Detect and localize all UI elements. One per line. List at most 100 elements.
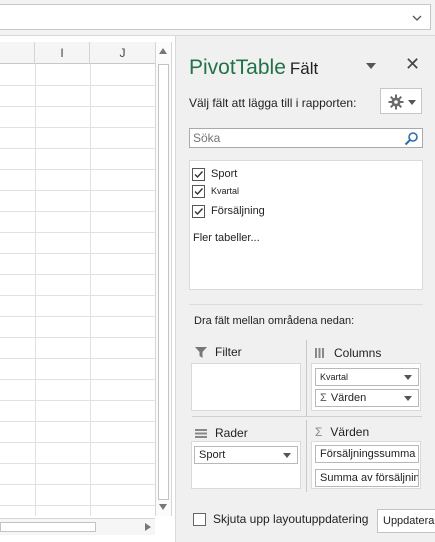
column-header-i[interactable]: I <box>35 42 90 64</box>
scroll-right-icon[interactable] <box>145 523 151 531</box>
sigma-icon: Σ <box>315 425 323 439</box>
grid-row-line <box>0 295 155 296</box>
field-item-kvartal[interactable]: Kvartal <box>192 182 239 200</box>
grid-row-line <box>0 421 155 422</box>
rows-label: Rader <box>215 426 248 440</box>
grid-row-line <box>0 148 155 149</box>
grid-column-line <box>90 64 91 516</box>
pane-title-sub: Fält <box>289 59 319 78</box>
field-label: Sport <box>211 168 238 180</box>
defer-layout-update[interactable]: Skjuta upp layoutuppdatering <box>193 512 368 526</box>
sigma-icon: Σ <box>320 392 327 404</box>
field-checkbox[interactable] <box>192 204 205 218</box>
divider <box>189 304 423 305</box>
field-checkbox[interactable] <box>192 184 205 198</box>
grid-row-line <box>0 505 155 506</box>
chip-label: Summa av försäljning2 <box>320 472 418 484</box>
grid-row-line <box>0 232 155 233</box>
grid-row-line <box>0 463 155 464</box>
worksheet-grid: I J <box>0 36 175 542</box>
field-item-sport[interactable]: Sport <box>192 165 237 183</box>
area-divider <box>306 340 307 416</box>
column-header[interactable] <box>0 42 35 64</box>
chevron-down-icon[interactable] <box>404 396 412 401</box>
filters-label: Filter <box>215 345 242 359</box>
update-button[interactable]: Uppdatera <box>377 509 435 533</box>
field-checkbox[interactable] <box>192 167 205 181</box>
pane-title: PivotTable Fält <box>189 56 318 80</box>
grid-cells[interactable] <box>0 64 155 516</box>
scroll-down-icon[interactable] <box>159 504 167 510</box>
columns-icon <box>315 348 324 358</box>
scroll-thumb[interactable] <box>158 64 169 500</box>
defer-checkbox[interactable] <box>193 512 206 526</box>
checkmark-icon <box>194 187 204 195</box>
pivottable-fields-pane: PivotTable Fält ✕ Välj fält att lägga til… <box>175 36 435 542</box>
rows-item-sport[interactable]: Sport <box>194 446 298 464</box>
grid-row-line <box>0 169 155 170</box>
checkmark-icon <box>194 170 204 178</box>
chevron-down-icon[interactable] <box>283 453 291 458</box>
grid-row-line <box>0 316 155 317</box>
filters-area-title: Filter <box>195 345 242 359</box>
field-search[interactable] <box>189 128 423 148</box>
rows-area-title: Rader <box>195 426 248 440</box>
more-tables-link[interactable]: Fler tabeller... <box>193 232 260 244</box>
rows-icon <box>195 428 207 438</box>
grid-row-line <box>0 211 155 212</box>
values-item-forsaljningssumma[interactable]: Försäljningssumma <box>315 445 419 463</box>
grid-row-line <box>0 253 155 254</box>
column-header-row: I J <box>0 42 155 64</box>
chevron-down-icon[interactable] <box>412 13 422 23</box>
grid-row-line <box>0 106 155 107</box>
area-divider <box>306 420 307 492</box>
pane-title-main: PivotTable <box>189 56 286 79</box>
values-label: Värden <box>330 425 370 439</box>
tools-button[interactable] <box>380 88 422 114</box>
grid-row-line <box>0 400 155 401</box>
grid-row-line <box>0 337 155 338</box>
task-pane-options-icon[interactable] <box>366 63 376 69</box>
grid-column-line <box>35 64 36 516</box>
horizontal-scrollbar[interactable] <box>0 518 155 535</box>
rows-drop-zone[interactable]: Sport <box>191 441 301 489</box>
field-list: Sport Kvartal Försäljning Fler tabeller.… <box>189 160 423 290</box>
defer-label: Skjuta upp layoutuppdatering <box>213 512 369 526</box>
filters-drop-zone[interactable] <box>191 363 301 411</box>
gear-icon <box>388 94 404 110</box>
formula-bar-strip <box>0 0 435 36</box>
field-label: Försäljning <box>211 205 265 217</box>
field-item-forsaljning[interactable]: Försäljning <box>192 202 265 220</box>
choose-fields-label: Välj fält att lägga till i rapporten: <box>189 96 357 110</box>
grid-row-line <box>0 190 155 191</box>
search-input[interactable] <box>193 130 393 146</box>
grid-row-line <box>0 442 155 443</box>
scroll-thumb-horizontal[interactable] <box>0 522 96 532</box>
chevron-down-icon[interactable] <box>404 375 412 380</box>
columns-item-varden[interactable]: Σ Värden <box>315 389 419 407</box>
values-drop-zone[interactable]: Försäljningssumma Summa av försäljning2 <box>311 441 421 489</box>
close-icon[interactable]: ✕ <box>405 54 420 74</box>
chevron-down-icon <box>408 100 416 105</box>
grid-row-line <box>0 127 155 128</box>
columns-drop-zone[interactable]: Kvartal Σ Värden <box>311 363 421 411</box>
grid-row-line <box>0 274 155 275</box>
grid-row-line <box>0 85 155 86</box>
formula-input[interactable] <box>0 4 431 30</box>
grid-row-line <box>0 358 155 359</box>
column-header-j[interactable]: J <box>90 42 155 64</box>
vertical-scrollbar[interactable] <box>155 42 172 516</box>
scroll-up-icon[interactable] <box>159 48 167 54</box>
checkmark-icon <box>194 207 204 215</box>
area-divider <box>192 416 422 417</box>
grid-row-line <box>0 484 155 485</box>
columns-label: Columns <box>334 346 382 360</box>
values-item-summa-forsaljning2[interactable]: Summa av försäljning2 <box>315 469 419 487</box>
columns-item-kvartal[interactable]: Kvartal <box>315 368 419 386</box>
search-icon[interactable] <box>404 131 419 146</box>
columns-area-title: Columns <box>315 346 381 360</box>
field-label: Kvartal <box>211 186 240 196</box>
chip-label: Kvartal <box>320 372 349 382</box>
values-area-title: Σ Värden <box>315 425 369 439</box>
grid-row-line <box>0 379 155 380</box>
